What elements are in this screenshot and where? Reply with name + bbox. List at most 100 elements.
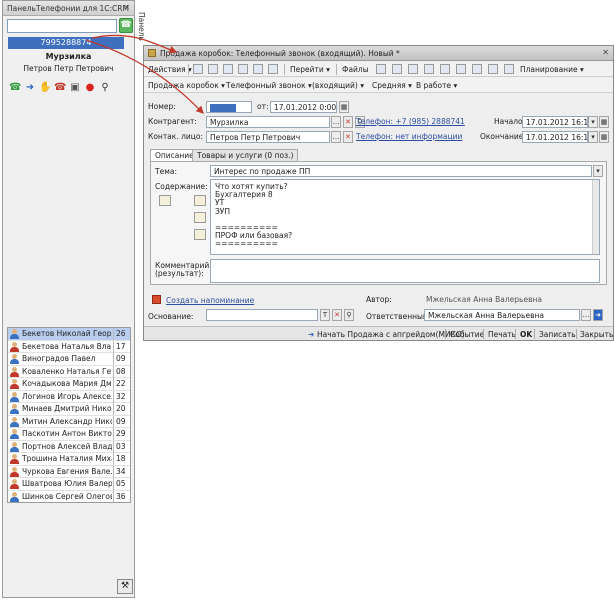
ok-button[interactable]: OK — [520, 330, 532, 339]
list-icon[interactable] — [472, 64, 482, 74]
comment-textarea[interactable] — [210, 259, 600, 283]
process-menu[interactable]: Продажа коробок ▾ — [148, 81, 225, 90]
panel-close-icon[interactable]: ✕ — [123, 3, 130, 12]
delete-icon[interactable] — [238, 64, 248, 74]
priority-menu[interactable]: Средняя ▾ — [372, 81, 412, 90]
contact-row[interactable]: Коваленко Наталья Ге... 08 — [8, 365, 130, 378]
answer-icon[interactable]: ☎ — [9, 82, 21, 94]
basis-field[interactable] — [206, 309, 318, 321]
start-dropdown-icon[interactable]: ▾ — [588, 116, 598, 128]
search-icon[interactable]: ⚲ — [99, 82, 111, 94]
calendar-icon[interactable] — [504, 64, 514, 74]
create-reminder-link[interactable]: Создать напоминание — [166, 296, 254, 305]
tools-icon[interactable]: ⚒ — [117, 579, 133, 594]
dial-button[interactable]: ☎ — [119, 18, 133, 33]
content-scrollbar[interactable] — [592, 180, 599, 254]
tab-goods-services[interactable]: Товары и услуги (0 поз.) — [192, 149, 299, 161]
content-textarea[interactable]: Что хотят купить? Бухгалтерия 8 УТ ЗУП =====… — [210, 179, 600, 255]
responsible-action-icon[interactable]: ➜ — [593, 309, 603, 321]
insert-text-icon[interactable] — [194, 212, 206, 223]
new-icon[interactable] — [193, 64, 203, 74]
end-field[interactable]: 17.01.2012 16:17 — [522, 131, 588, 143]
lock-icon[interactable] — [408, 64, 418, 74]
contact-row[interactable]: Чуркова Евгения Вале... 34 — [8, 465, 130, 478]
direction-menu[interactable]: (входящий) ▾ — [312, 81, 364, 90]
transfer-icon[interactable]: ➜ — [24, 82, 36, 94]
edit-icon[interactable] — [223, 64, 233, 74]
contact-field[interactable]: Петров Петр Петрович — [206, 131, 330, 143]
basis-label: Основание: — [148, 312, 194, 321]
current-call-number[interactable]: 7995288874 — [8, 37, 124, 49]
record-icon[interactable]: ● — [84, 82, 96, 94]
contact-row[interactable]: Шватрова Юлия Валерь...05 — [8, 478, 130, 491]
contact-row[interactable]: Кочадыкова Мария Дм... 22 — [8, 378, 130, 391]
contact-row[interactable]: Бекетова Наталья Вла... 17 — [8, 340, 130, 353]
start-sale-button[interactable]: Начать Продажа с апгрейдом(МИКО) — [317, 330, 465, 339]
save-button[interactable]: Записать — [539, 330, 576, 339]
basis-clear-icon[interactable]: ✕ — [332, 309, 342, 321]
contractor-field[interactable]: Мурзилка — [206, 116, 330, 128]
event-button[interactable]: Событие — [450, 330, 484, 339]
mail-template-icon[interactable] — [194, 229, 206, 240]
contractor-clear-icon[interactable]: ✕ — [343, 116, 353, 128]
goto-menu[interactable]: Перейти ▾ — [290, 65, 330, 74]
contact-row[interactable]: Бекетов Николай Георг...26 — [8, 328, 130, 341]
basis-open-icon[interactable]: ⚲ — [344, 309, 354, 321]
date-picker-icon[interactable]: ▦ — [339, 101, 349, 113]
copy-icon[interactable] — [208, 64, 218, 74]
contact-row[interactable]: Виноградов Павел 09 — [8, 353, 130, 366]
hold-icon[interactable]: ✋ — [39, 82, 51, 94]
basis-type-icon[interactable]: T — [320, 309, 330, 321]
subject-dropdown-icon[interactable]: ▾ — [593, 165, 603, 177]
print-icon[interactable] — [376, 64, 386, 74]
template-icon[interactable] — [159, 195, 171, 206]
command-separator — [576, 329, 577, 339]
author-label: Автор: — [366, 295, 392, 304]
conference-icon[interactable]: ▣ — [69, 82, 81, 94]
close-button[interactable]: Закрыть — [580, 330, 613, 339]
contact-row[interactable]: Логинов Игорь Алексе... 32 — [8, 390, 130, 403]
person-icon — [10, 416, 19, 427]
hangup-icon[interactable]: ☎ — [54, 82, 66, 94]
toolbar-separator — [336, 64, 337, 75]
status-menu[interactable]: В работе ▾ — [416, 81, 457, 90]
contact-row[interactable]: Паскотин Антон Виктор...29 — [8, 428, 130, 441]
contact-row[interactable]: Минаев Дмитрий Нико... 20 — [8, 403, 130, 416]
date-field[interactable]: 17.01.2012 0:00:00 — [270, 101, 337, 113]
responsible-select-icon[interactable]: … — [581, 309, 591, 321]
contact-extension: 29 — [113, 428, 130, 440]
planning-menu[interactable]: Планирование ▾ — [520, 65, 584, 74]
end-calendar-icon[interactable]: ▦ — [599, 131, 609, 143]
contact-row[interactable]: Митин Александр Нико... 09 — [8, 415, 130, 428]
end-dropdown-icon[interactable]: ▾ — [588, 131, 598, 143]
help-icon[interactable] — [440, 64, 450, 74]
start-calendar-icon[interactable]: ▦ — [599, 116, 609, 128]
insert-folder-icon[interactable] — [194, 195, 206, 206]
actions-menu[interactable]: Действия ▾ — [148, 65, 192, 74]
contact-row[interactable]: Шинков Сергей Олегов... 36 — [8, 490, 130, 502]
contractor-select-icon[interactable]: … — [331, 116, 341, 128]
reminder-icon[interactable] — [152, 295, 161, 304]
files-button[interactable]: Файлы — [342, 65, 369, 74]
table-icon[interactable] — [456, 64, 466, 74]
post-icon[interactable] — [268, 64, 278, 74]
print-button[interactable]: Печать — [488, 330, 516, 339]
mail-icon[interactable] — [424, 64, 434, 74]
timer-icon[interactable] — [488, 64, 498, 74]
contact-select-icon[interactable]: … — [331, 131, 341, 143]
contact-row[interactable]: Портнов Алексей Влад... 03 — [8, 440, 130, 453]
report-icon[interactable] — [392, 64, 402, 74]
start-field[interactable]: 17.01.2012 16:17 — [522, 116, 588, 128]
refresh-icon[interactable] — [253, 64, 263, 74]
number-field[interactable] — [206, 101, 252, 113]
contact-phone-link[interactable]: Телефон: нет информации — [356, 132, 462, 141]
subject-field[interactable]: Интерес по продаже ПП — [210, 165, 592, 177]
dial-number-input[interactable] — [7, 19, 117, 33]
window-close-icon[interactable]: ✕ — [602, 48, 609, 57]
contact-clear-icon[interactable]: ✕ — [343, 131, 353, 143]
responsible-field[interactable]: Мжельская Анна Валерьевна — [424, 309, 580, 321]
window-titlebar: Продажа коробок: Телефонный звонок (вход… — [144, 46, 613, 61]
interaction-type-menu[interactable]: Телефонный звонок ▾ — [226, 81, 312, 90]
contact-row[interactable]: Трошина Наталия Миха...18 — [8, 453, 130, 466]
contractor-phone-link[interactable]: Телефон: +7 (985) 2888741 — [356, 117, 465, 126]
